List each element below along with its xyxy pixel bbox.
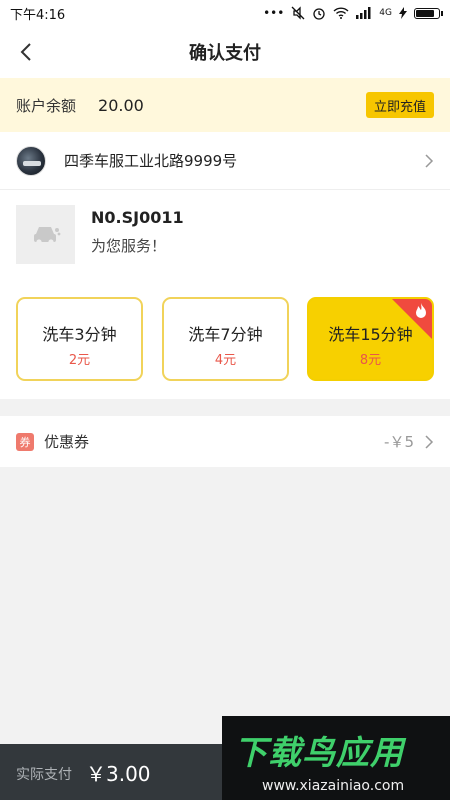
wash-option-7min[interactable]: 洗车7分钟 4元 bbox=[162, 297, 289, 381]
balance-bar: 账户余额 20.00 立即充值 bbox=[0, 78, 450, 132]
recharge-button-label: 立即充值 bbox=[373, 99, 426, 115]
option-name: 洗车3分钟 bbox=[42, 325, 117, 344]
alarm-icon bbox=[313, 8, 325, 20]
network-type: 4G bbox=[379, 8, 392, 18]
battery-icon bbox=[414, 7, 443, 19]
wifi-icon bbox=[333, 7, 349, 19]
watermark-title: 下载鸟应用 bbox=[234, 733, 404, 772]
machine-image bbox=[16, 205, 75, 264]
charging-icon bbox=[399, 7, 407, 19]
status-icons: ••• 4G bbox=[263, 6, 443, 20]
option-price: 2元 bbox=[68, 353, 91, 368]
coupon-badge: 券 bbox=[16, 432, 34, 451]
watermark-url: www.xiazainiao.com bbox=[262, 778, 405, 794]
watermark-banner: 下载鸟应用 www.xiazainiao.com bbox=[222, 716, 450, 800]
store-avatar bbox=[16, 145, 46, 176]
coupon-label: 优惠券 bbox=[44, 433, 90, 451]
coupon-value: -￥5 bbox=[384, 433, 414, 451]
balance-label: 账户余额 bbox=[16, 96, 77, 115]
chevron-right-icon bbox=[425, 153, 434, 168]
back-arrow-icon[interactable] bbox=[14, 38, 42, 66]
page-title: 确认支付 bbox=[189, 43, 261, 64]
pay-amount: ￥3.00 bbox=[86, 762, 151, 786]
wash-option-3min[interactable]: 洗车3分钟 2元 bbox=[16, 297, 143, 381]
option-price: 8元 bbox=[359, 353, 382, 368]
mute-icon bbox=[291, 6, 305, 20]
pay-label: 实际支付 bbox=[16, 767, 72, 783]
coupon-row[interactable]: 券 优惠券 -￥5 bbox=[0, 416, 450, 467]
option-price: 4元 bbox=[214, 353, 237, 368]
car-icon bbox=[33, 226, 60, 245]
recharge-button[interactable]: 立即充值 bbox=[365, 92, 434, 118]
store-name: 四季车服工业北路9999号 bbox=[64, 152, 238, 170]
header: 确认支付 bbox=[0, 26, 450, 78]
chevron-right-icon bbox=[425, 434, 434, 449]
option-name: 洗车7分钟 bbox=[188, 325, 263, 344]
machine-message: 为您服务！ bbox=[91, 237, 167, 255]
machine-number: N0.SJ0011 bbox=[91, 208, 184, 227]
flame-icon bbox=[416, 303, 426, 318]
wash-option-15min[interactable]: 洗车15分钟 8元 bbox=[307, 297, 434, 381]
balance-value: 20.00 bbox=[98, 95, 144, 115]
status-time: 下午4:16 bbox=[10, 7, 66, 23]
coupon-badge-text: 券 bbox=[19, 435, 31, 449]
wash-options: 洗车3分钟 2元 洗车7分钟 4元 洗车15分钟 8元 bbox=[0, 282, 450, 399]
signal-icon bbox=[356, 7, 371, 19]
status-bar: 下午4:16 ••• 4G bbox=[0, 0, 450, 26]
more-dots-icon: ••• bbox=[263, 6, 285, 20]
machine-info: N0.SJ0011 为您服务！ bbox=[0, 190, 450, 282]
store-row[interactable]: 四季车服工业北路9999号 bbox=[0, 132, 450, 190]
